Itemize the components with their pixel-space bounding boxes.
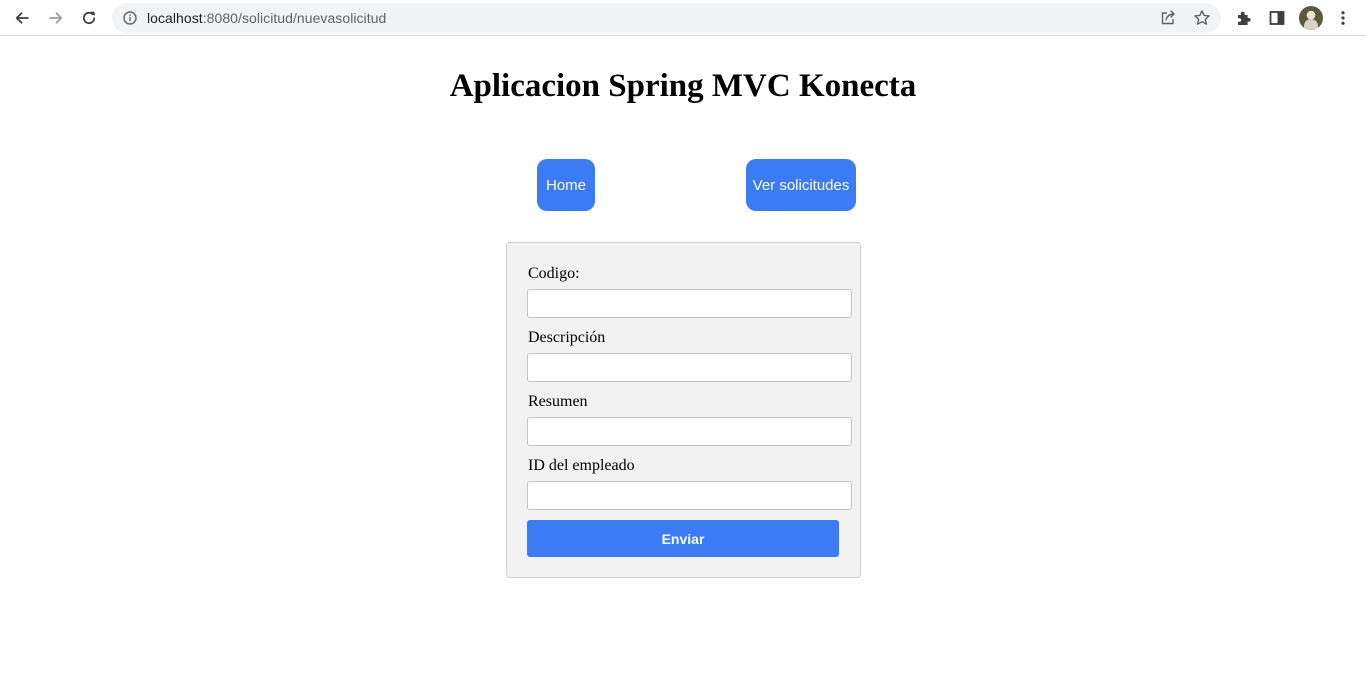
share-icon[interactable]	[1158, 8, 1178, 28]
url-host: localhost	[147, 10, 203, 26]
kebab-menu-icon[interactable]	[1327, 2, 1359, 34]
star-icon[interactable]	[1192, 8, 1212, 28]
forward-arrow-icon[interactable]	[40, 2, 72, 34]
side-panel-icon[interactable]	[1261, 2, 1293, 34]
browser-toolbar: localhost:8080/solicitud/nuevasolicitud	[0, 0, 1366, 36]
resumen-label: Resumen	[528, 393, 588, 410]
id-empleado-input[interactable]	[527, 481, 852, 510]
solicitud-form: Codigo: Descripción Resumen ID del emple…	[506, 242, 861, 578]
extensions-icon[interactable]	[1228, 2, 1260, 34]
url-text[interactable]: localhost:8080/solicitud/nuevasolicitud	[147, 3, 386, 33]
home-button[interactable]: Home	[537, 159, 595, 211]
descripcion-input[interactable]	[527, 353, 852, 382]
info-icon[interactable]	[122, 10, 138, 26]
back-arrow-icon[interactable]	[6, 2, 38, 34]
codigo-input[interactable]	[527, 289, 852, 318]
enviar-button[interactable]: Enviar	[527, 520, 839, 557]
codigo-label: Codigo:	[528, 265, 580, 282]
descripcion-label: Descripción	[528, 329, 606, 346]
page-title: Aplicacion Spring MVC Konecta	[449, 68, 917, 104]
avatar[interactable]	[1299, 6, 1323, 30]
avatar-figure	[1304, 19, 1318, 30]
reload-icon[interactable]	[73, 2, 105, 34]
id-empleado-label: ID del empleado	[528, 457, 635, 474]
url-path: :8080/solicitud/nuevasolicitud	[202, 10, 387, 26]
address-bar[interactable]: localhost:8080/solicitud/nuevasolicitud	[112, 3, 1221, 33]
ver-solicitudes-button[interactable]: Ver solicitudes	[746, 159, 856, 211]
resumen-input[interactable]	[527, 417, 852, 446]
